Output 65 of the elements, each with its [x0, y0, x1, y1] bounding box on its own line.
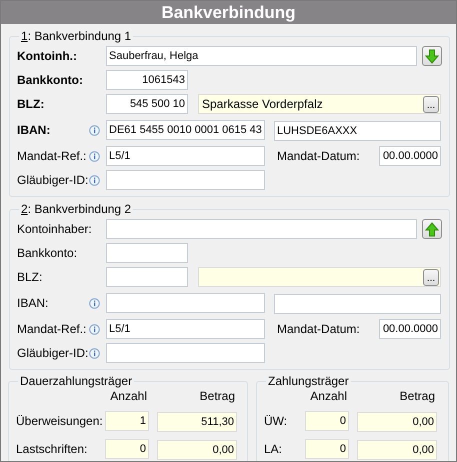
field-label: Kontoinh.: [17, 48, 77, 65]
input-field[interactable] [106, 293, 265, 313]
bank-name-field[interactable]: Sparkasse Vorderpfalz ... [198, 94, 441, 114]
info-icon[interactable] [89, 174, 100, 186]
info-icon[interactable] [89, 124, 100, 136]
input-field[interactable]: 00.00.0000 [379, 146, 441, 166]
arrow-down-icon [425, 48, 439, 64]
group-title: Dauerzahlungsträger [19, 373, 134, 390]
browse-button[interactable]: ... [423, 268, 439, 286]
field-label: Bankkonto: [17, 72, 83, 89]
input-field[interactable]: 0 [305, 411, 349, 431]
browse-button[interactable]: ... [423, 96, 439, 112]
info-icon[interactable] [89, 150, 100, 162]
input-field[interactable]: 0,00 [357, 440, 437, 460]
group-title: Zahlungsträger [267, 373, 350, 390]
input-field[interactable]: 0 [305, 439, 349, 459]
input-field[interactable]: L5/1 [106, 319, 265, 339]
field-label: Mandat-Datum: [277, 148, 361, 165]
column-header: Betrag [398, 388, 436, 405]
input-field[interactable] [106, 267, 188, 287]
arrow-up-button[interactable] [422, 219, 442, 239]
bank-name-field[interactable]: ... [198, 267, 441, 287]
arrow-down-button[interactable] [422, 46, 442, 66]
group-title: 1: Bankverbindung 1 [20, 28, 132, 45]
field-label: Mandat-Ref.: [17, 148, 86, 165]
field-label: IBAN: [17, 295, 48, 312]
field-label: Gläubiger-ID: [17, 172, 88, 189]
field-label: Mandat-Datum: [277, 321, 361, 338]
info-icon[interactable] [89, 324, 100, 334]
field-label: Mandat-Ref.: [17, 321, 86, 338]
field-label: ÜW: [264, 413, 288, 430]
input-field[interactable]: 1 [105, 411, 149, 431]
input-field[interactable]: L5/1 [106, 146, 265, 166]
input-field[interactable]: 00.00.0000 [379, 319, 441, 339]
arrow-up-icon [425, 222, 439, 236]
input-field[interactable]: 0 [105, 439, 149, 459]
field-label: Kontoinhaber: [17, 221, 92, 238]
input-field[interactable] [106, 243, 188, 263]
input-field[interactable]: LUHSDE6AXXX [274, 121, 441, 141]
input-field[interactable]: 0,00 [357, 412, 437, 432]
field-label: Überweisungen: [16, 413, 104, 430]
field-label: Bankkonto: [17, 245, 78, 262]
input-field[interactable]: 511,30 [157, 412, 237, 432]
input-field[interactable]: 1061543 [106, 70, 188, 90]
field-label: BLZ: [17, 96, 44, 113]
info-icon[interactable] [89, 298, 100, 308]
field-label: Gläubiger-ID: [17, 345, 88, 362]
group-title: 2: Bankverbindung 2 [20, 201, 132, 218]
field-label: Lastschriften: [16, 441, 88, 458]
input-field[interactable]: 545 500 10 [106, 94, 188, 114]
info-icon[interactable] [89, 348, 100, 358]
input-field[interactable]: Sauberfrau, Helga [106, 46, 417, 66]
input-field[interactable] [106, 170, 265, 190]
column-header: Betrag [198, 388, 236, 405]
input-field[interactable]: DE61 5455 0010 0001 0615 43 [106, 120, 265, 140]
column-header: Anzahl [309, 388, 348, 405]
input-field[interactable]: 0,00 [157, 440, 237, 460]
field-label: IBAN: [17, 122, 50, 139]
input-field[interactable] [274, 294, 441, 314]
input-field[interactable] [106, 343, 265, 363]
field-label: LA: [264, 441, 284, 458]
column-header: Anzahl [109, 388, 148, 405]
window-title: Bankverbindung [161, 2, 296, 24]
input-field[interactable] [106, 219, 417, 239]
field-label: BLZ: [17, 269, 42, 286]
